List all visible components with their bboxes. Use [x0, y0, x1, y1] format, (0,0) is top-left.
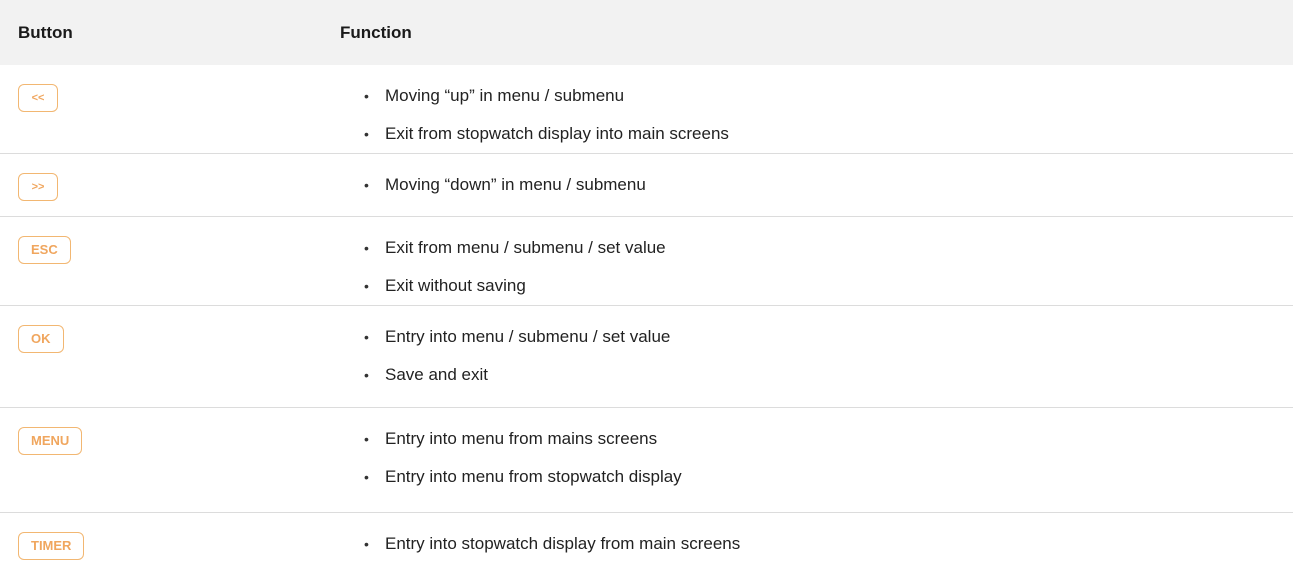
button-function-table: Button Function << • Moving “up” in menu … — [0, 0, 1293, 581]
key-next-button[interactable]: >> — [18, 173, 58, 201]
function-text: Entry into menu / submenu / set value — [385, 327, 671, 346]
bullet-icon: • — [364, 536, 369, 552]
header-function: Function — [340, 22, 412, 42]
table-row: ESC • Exit from menu / submenu / set valu… — [0, 217, 1293, 306]
bullet-icon: • — [364, 88, 369, 104]
key-esc-button[interactable]: ESC — [18, 236, 71, 264]
function-cell: • Entry into menu from mains screens • Ent… — [340, 408, 1293, 512]
function-cell: • Exit from menu / submenu / set value • E… — [340, 217, 1293, 305]
function-text: Entry into stopwatch display from main s… — [385, 534, 741, 553]
list-item: • Entry into menu from mains screens — [340, 420, 1293, 458]
list-item: • Moving “up” in menu / submenu — [340, 77, 1293, 115]
button-cell: >> — [0, 154, 340, 216]
table-row: << • Moving “up” in menu / submenu • Exit … — [0, 65, 1293, 154]
function-cell: • Entry into menu / submenu / set value •… — [340, 306, 1293, 407]
button-cell: << — [0, 65, 340, 153]
list-item: • Entry into stopwatch display from main … — [340, 525, 1293, 563]
list-item: • Entry into menu / submenu / set value — [340, 318, 1293, 356]
table-row: >> • Moving “down” in menu / submenu — [0, 154, 1293, 217]
bullet-icon: • — [364, 240, 369, 256]
bullet-icon: • — [364, 126, 369, 142]
key-menu-button[interactable]: MENU — [18, 427, 83, 455]
function-text: Moving “down” in menu / submenu — [385, 175, 646, 194]
function-text: Exit from menu / submenu / set value — [385, 238, 666, 257]
list-item: • Entry into menu from stopwatch display — [340, 458, 1293, 496]
function-text: Entry into menu from stopwatch display — [385, 467, 682, 486]
list-item: • Moving “down” in menu / submenu — [340, 166, 1293, 204]
function-text: Exit from stopwatch display into main sc… — [385, 124, 729, 143]
list-item: • Save and exit — [340, 356, 1293, 394]
table-row: MENU • Entry into menu from mains screens… — [0, 408, 1293, 513]
list-item: • Exit from menu / submenu / set value — [340, 229, 1293, 267]
key-ok-button[interactable]: OK — [18, 325, 64, 353]
function-cell: • Entry into stopwatch display from main … — [340, 513, 1293, 581]
function-text: Save and exit — [385, 365, 489, 384]
bullet-icon: • — [364, 278, 369, 294]
table-header: Button Function — [0, 0, 1293, 65]
table-row: OK • Entry into menu / submenu / set valu… — [0, 306, 1293, 408]
key-timer-button[interactable]: TIMER — [18, 532, 85, 560]
function-text: Exit without saving — [385, 276, 526, 295]
function-cell: • Moving “down” in menu / submenu — [340, 154, 1293, 216]
bullet-icon: • — [364, 431, 369, 447]
button-cell: ESC — [0, 217, 340, 305]
bullet-icon: • — [364, 177, 369, 193]
button-cell: TIMER — [0, 513, 340, 581]
list-item: • Exit without saving — [340, 267, 1293, 305]
bullet-icon: • — [364, 367, 369, 383]
function-cell: • Moving “up” in menu / submenu • Exit fro… — [340, 65, 1293, 153]
button-cell: OK — [0, 306, 340, 407]
key-previous-button[interactable]: << — [18, 84, 58, 112]
table-row: TIMER • Entry into stopwatch display from… — [0, 513, 1293, 581]
function-text: Moving “up” in menu / submenu — [385, 86, 625, 105]
bullet-icon: • — [364, 469, 369, 485]
header-button: Button — [18, 22, 73, 42]
function-text: Entry into menu from mains screens — [385, 429, 658, 448]
bullet-icon: • — [364, 329, 369, 345]
button-cell: MENU — [0, 408, 340, 512]
list-item: • Exit from stopwatch display into main s… — [340, 115, 1293, 153]
